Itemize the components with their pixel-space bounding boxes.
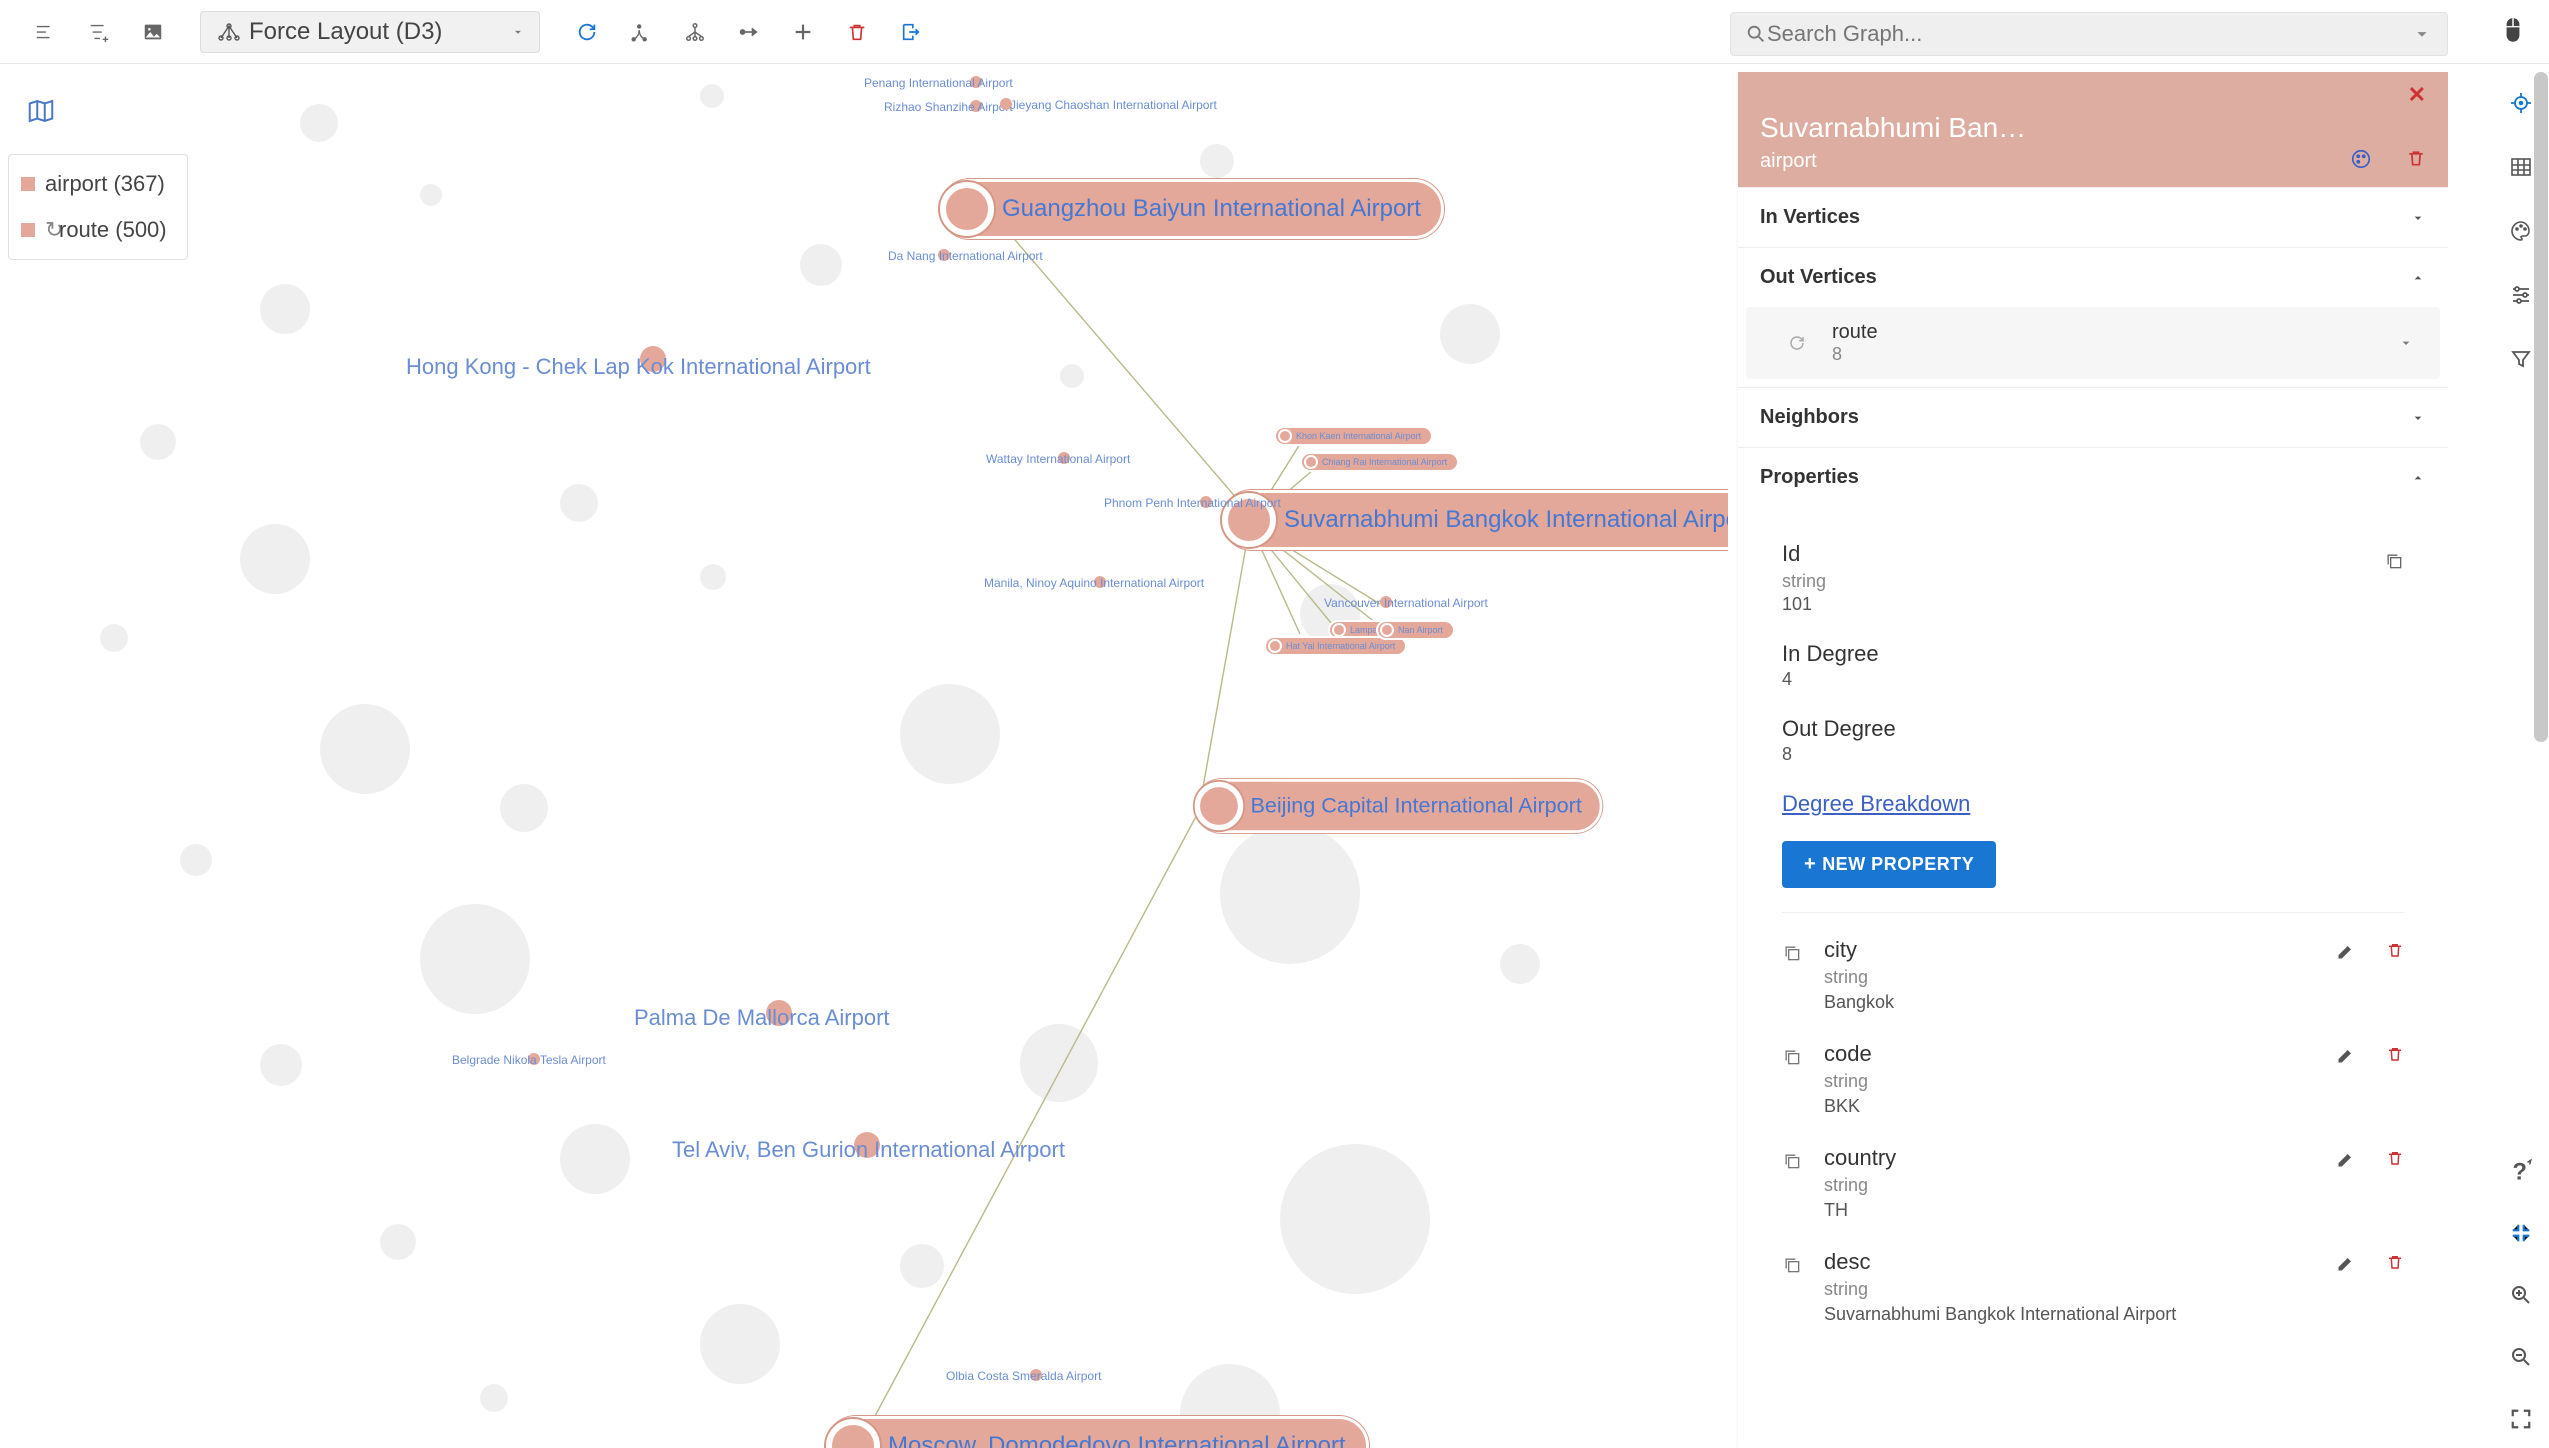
palette-icon[interactable] xyxy=(2508,218,2534,244)
graph-node-label: Hong Kong - Chek Lap Kok International A… xyxy=(406,354,871,380)
graph-node-label: Penang International Airport xyxy=(864,76,1013,90)
help-icon[interactable]: ? xyxy=(2508,1158,2534,1184)
graph-node-label: Manila, Ninoy Aquino International Airpo… xyxy=(984,576,1204,590)
graph-node-label: Vancouver International Airport xyxy=(1324,596,1488,610)
funnel-icon[interactable] xyxy=(2508,346,2534,372)
panel-type: airport xyxy=(1760,150,2426,187)
prop-indeg-label: In Degree xyxy=(1782,641,2404,667)
properties-panel: ✕ Suvarnabhumi Ban… airport In Vertices … xyxy=(1738,72,2448,1448)
section-in-vertices[interactable]: In Vertices xyxy=(1738,188,2448,247)
reload-icon[interactable] xyxy=(574,19,600,45)
graph-edges xyxy=(0,64,1728,1448)
chevron-down-icon[interactable] xyxy=(2411,23,2433,45)
graph-node[interactable]: Khon Kaen International Airport xyxy=(1274,426,1433,446)
chevron-up-icon xyxy=(2410,270,2426,286)
edit-icon[interactable] xyxy=(2336,1149,2356,1172)
graph-node-label: Tel Aviv, Ben Gurion International Airpo… xyxy=(672,1137,1065,1163)
graph-node[interactable]: Suvarnabhumi Bangkok International Airpo… xyxy=(1222,490,1728,550)
tree-icon[interactable] xyxy=(682,19,708,45)
panel-title: Suvarnabhumi Ban… xyxy=(1760,112,2426,150)
chevron-down-icon xyxy=(2410,410,2426,426)
prop-outdeg-label: Out Degree xyxy=(1782,716,2404,742)
close-icon[interactable]: ✕ xyxy=(2408,82,2426,108)
zoom-out-icon[interactable] xyxy=(2508,1344,2534,1370)
edit-icon[interactable] xyxy=(2336,1045,2356,1068)
graph-node[interactable]: Nan Airport xyxy=(1376,620,1455,640)
prop-id-type: string xyxy=(1782,571,2404,592)
panel-scrollbar[interactable] xyxy=(2534,72,2548,742)
mouse-icon[interactable] xyxy=(2500,16,2526,49)
palette-icon[interactable] xyxy=(2350,148,2372,173)
graph-canvas[interactable]: Guangzhou Baiyun International Airport S… xyxy=(0,64,1728,1448)
zoom-in-icon[interactable] xyxy=(2508,1282,2534,1308)
chevron-down-icon xyxy=(2398,335,2414,351)
copy-icon[interactable] xyxy=(1782,1255,1802,1275)
search-icon xyxy=(1745,23,1767,45)
target-icon[interactable] xyxy=(2508,90,2534,116)
graph-node-label: Palma De Mallorca Airport xyxy=(634,1005,890,1031)
copy-icon[interactable] xyxy=(2384,551,2404,574)
branch-icon[interactable] xyxy=(628,19,654,45)
property-row: countrystringTH xyxy=(1782,1131,2404,1235)
degree-breakdown-link[interactable]: Degree Breakdown xyxy=(1782,791,2404,817)
prop-indeg-value: 4 xyxy=(1782,669,2404,690)
property-row: descstringSuvarnabhumi Bangkok Internati… xyxy=(1782,1235,2404,1339)
copy-icon[interactable] xyxy=(1782,1047,1802,1067)
fullscreen-icon[interactable] xyxy=(2508,1406,2534,1432)
collapse-icon[interactable] xyxy=(32,19,58,45)
delete-icon[interactable] xyxy=(2386,1045,2404,1068)
section-neighbors[interactable]: Neighbors xyxy=(1738,388,2448,447)
prop-outdeg-value: 8 xyxy=(1782,744,2404,765)
property-row: citystringBangkok xyxy=(1782,923,2404,1027)
graph-node-label: Olbia Costa Smeralda Airport xyxy=(946,1369,1101,1383)
graph-node-label: Wattay International Airport xyxy=(986,452,1130,466)
graph-node-label: Phnom Penh International Airport xyxy=(1104,496,1281,510)
graph-node[interactable]: Chiang Rai International Airport xyxy=(1300,452,1459,472)
refresh-icon xyxy=(1788,334,1806,352)
svg-text:?: ? xyxy=(2512,1159,2527,1184)
graph-node[interactable]: Guangzhou Baiyun International Airport xyxy=(940,179,1444,239)
graph-node-label: Jieyang Chaoshan International Airport xyxy=(1010,98,1217,112)
edit-icon[interactable] xyxy=(2336,1253,2356,1276)
prop-id-label: Id xyxy=(1782,541,2404,567)
collapse-center-icon[interactable] xyxy=(2508,1220,2534,1246)
sliders-icon[interactable] xyxy=(2508,282,2534,308)
edit-icon[interactable] xyxy=(2336,941,2356,964)
export-icon[interactable] xyxy=(898,19,924,45)
delete-icon[interactable] xyxy=(2386,1253,2404,1276)
delete-icon[interactable] xyxy=(2386,941,2404,964)
layout-dropdown[interactable]: Force Layout (D3) xyxy=(200,11,540,53)
graph-node-label: Da Nang International Airport xyxy=(888,249,1043,263)
edge-icon[interactable] xyxy=(736,19,762,45)
add-icon[interactable] xyxy=(790,19,816,45)
layout-label: Force Layout (D3) xyxy=(249,18,442,46)
graph-node[interactable]: Moscow, Domodedovo International Airport xyxy=(826,1416,1369,1448)
right-rail-bottom: ? xyxy=(2497,1158,2545,1432)
prop-id-value: 101 xyxy=(1782,594,2404,615)
graph-node-label: Belgrade Nikola Tesla Airport xyxy=(452,1053,606,1067)
new-property-button[interactable]: +NEW PROPERTY xyxy=(1782,841,1996,888)
delete-icon[interactable] xyxy=(2386,1149,2404,1172)
copy-icon[interactable] xyxy=(1782,943,1802,963)
search-input[interactable] xyxy=(1767,21,2411,47)
out-vertex-route[interactable]: route8 xyxy=(1746,307,2440,379)
chevron-up-icon xyxy=(2410,470,2426,486)
filter-add-icon[interactable] xyxy=(86,19,112,45)
graph-node[interactable]: Beijing Capital International Airport xyxy=(1195,779,1603,833)
graph-node-label: Rizhao Shanzihe Airport xyxy=(884,100,1013,114)
table-icon[interactable] xyxy=(2508,154,2534,180)
panel-header: ✕ Suvarnabhumi Ban… airport xyxy=(1738,72,2448,187)
chevron-down-icon xyxy=(2410,210,2426,226)
section-properties[interactable]: Properties xyxy=(1738,448,2448,507)
image-icon[interactable] xyxy=(140,19,166,45)
delete-icon[interactable] xyxy=(844,19,870,45)
copy-icon[interactable] xyxy=(1782,1151,1802,1171)
property-row: codestringBKK xyxy=(1782,1027,2404,1131)
delete-icon[interactable] xyxy=(2406,148,2426,173)
search-bar[interactable] xyxy=(1730,12,2448,56)
section-out-vertices[interactable]: Out Vertices xyxy=(1738,248,2448,307)
